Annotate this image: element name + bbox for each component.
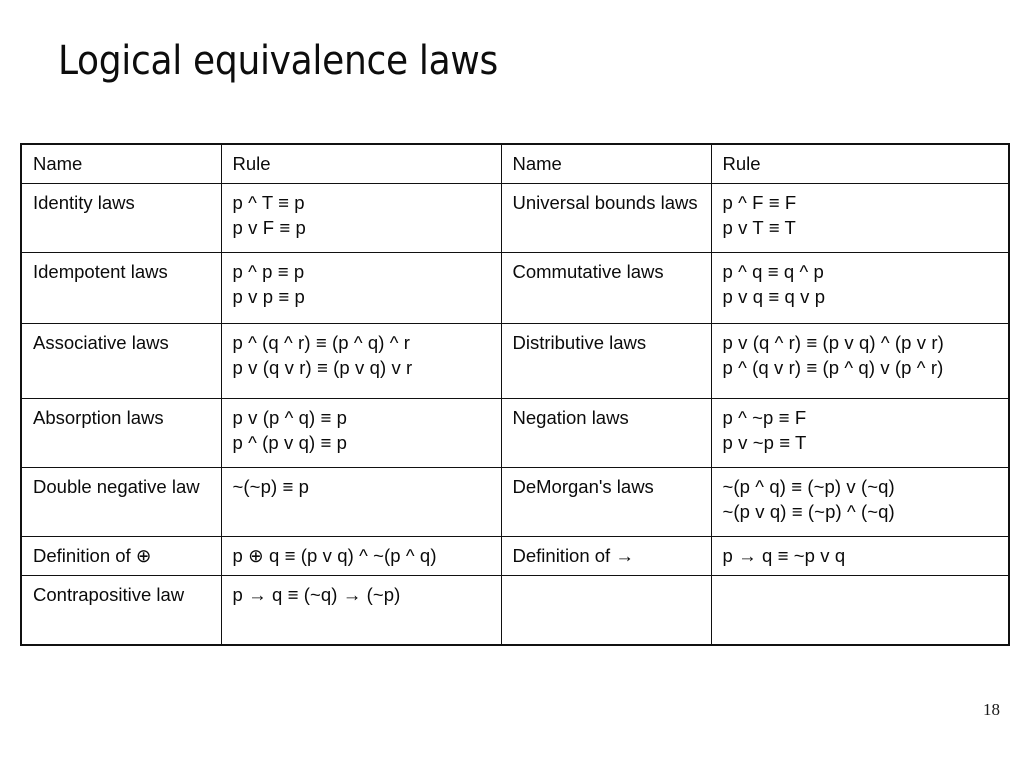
table-row: Identity laws p ^ T ≡ p p v F ≡ p Univer… xyxy=(20,183,1010,253)
law-rule-line: p ^ (p v q) ≡ p xyxy=(232,432,348,454)
law-rule-line: p v p ≡ p xyxy=(232,286,305,308)
law-name: Negation laws xyxy=(500,398,712,468)
logical-equivalence-table-container: Name Rule Name Rule Identity laws p ^ T … xyxy=(20,143,1010,646)
table-row: Definition of ⊕ p ⊕ q ≡ (p v q) ^ ~(p ^ … xyxy=(20,536,1010,576)
law-name: Identity laws xyxy=(20,183,222,253)
law-rule-line: p ^ p ≡ p xyxy=(232,261,305,282)
page-title: Logical equivalence laws xyxy=(58,38,498,84)
law-rule-line: p ^ ~p ≡ F xyxy=(722,407,807,428)
law-rule: p ^ p ≡ p p v p ≡ p xyxy=(220,252,502,324)
law-rule: p ^ q ≡ q ^ p p v q ≡ q v p xyxy=(710,252,1010,324)
law-name: Contrapositive law xyxy=(20,575,222,646)
table-row: Idempotent laws p ^ p ≡ p p v p ≡ p Comm… xyxy=(20,252,1010,324)
law-rule-line: p ^ F ≡ F xyxy=(722,192,797,213)
law-name: Idempotent laws xyxy=(20,252,222,324)
law-rule: p ^ ~p ≡ F p v ~p ≡ T xyxy=(710,398,1010,468)
law-rule-empty xyxy=(710,575,1010,646)
law-rule: p ⊕ q ≡ (p v q) ^ ~(p ^ q) xyxy=(220,536,502,576)
law-name: Definition of ⊕ xyxy=(20,536,222,576)
law-rule: p ^ T ≡ p p v F ≡ p xyxy=(220,183,502,253)
law-rule-line: ~(~p) ≡ p xyxy=(232,476,309,497)
logical-equivalence-table: Name Rule Name Rule Identity laws p ^ T … xyxy=(20,143,1010,646)
column-header-rule-left: Rule xyxy=(220,143,502,184)
law-rule-line: p → q ≡ (~q) → (~p) xyxy=(232,584,401,605)
law-rule: p ^ (q ^ r) ≡ (p ^ q) ^ r p v (q v r) ≡ … xyxy=(220,323,502,399)
law-name: Double negative law xyxy=(20,467,222,537)
table-row: Associative laws p ^ (q ^ r) ≡ (p ^ q) ^… xyxy=(20,323,1010,399)
law-rule-line: p v F ≡ p xyxy=(232,217,306,239)
law-rule: ~(p ^ q) ≡ (~p) v (~q) ~(p v q) ≡ (~p) ^… xyxy=(710,467,1010,537)
column-header-name-right: Name xyxy=(500,143,712,184)
law-name: DeMorgan's laws xyxy=(500,467,712,537)
page-number: 18 xyxy=(983,700,1000,719)
law-rule: ~(~p) ≡ p xyxy=(220,467,502,537)
law-name: Commutative laws xyxy=(500,252,712,324)
slide: Logical equivalence laws Name Rule Name … xyxy=(0,0,1024,768)
law-rule-line: p → q ≡ ~p v q xyxy=(722,545,846,566)
law-name-empty xyxy=(500,575,712,646)
law-rule-line: p v (q ^ r) ≡ (p v q) ^ (p v r) xyxy=(722,332,944,353)
law-rule: p → q ≡ ~p v q xyxy=(710,536,1010,576)
law-name: Distributive laws xyxy=(500,323,712,399)
table-row: Contrapositive law p → q ≡ (~q) → (~p) xyxy=(20,575,1010,646)
law-name: Absorption laws xyxy=(20,398,222,468)
column-header-rule-right: Rule xyxy=(710,143,1010,184)
law-rule-line: p ^ T ≡ p xyxy=(232,192,305,213)
law-name: Definition of → xyxy=(500,536,712,576)
law-rule-line: p v ~p ≡ T xyxy=(722,432,807,454)
law-rule-line: p ^ (q v r) ≡ (p ^ q) v (p ^ r) xyxy=(722,357,944,379)
law-name: Associative laws xyxy=(20,323,222,399)
law-rule-line: p v (q v r) ≡ (p v q) v r xyxy=(232,357,413,379)
law-name: Universal bounds laws xyxy=(500,183,712,253)
law-rule: p v (q ^ r) ≡ (p v q) ^ (p v r) p ^ (q v… xyxy=(710,323,1010,399)
law-rule-line: p v (p ^ q) ≡ p xyxy=(232,407,348,428)
law-rule-line: ~(p ^ q) ≡ (~p) v (~q) xyxy=(722,476,895,497)
law-rule: p → q ≡ (~q) → (~p) xyxy=(220,575,502,646)
column-header-name-left: Name xyxy=(20,143,222,184)
table-header-row: Name Rule Name Rule xyxy=(20,143,1010,184)
law-rule-line: p ^ (q ^ r) ≡ (p ^ q) ^ r xyxy=(232,332,411,353)
law-rule-line: p ⊕ q ≡ (p v q) ^ ~(p ^ q) xyxy=(232,545,437,566)
law-rule-line: p v q ≡ q v p xyxy=(722,286,826,308)
law-rule-line: p v T ≡ T xyxy=(722,217,796,239)
table-row: Absorption laws p v (p ^ q) ≡ p p ^ (p v… xyxy=(20,398,1010,468)
law-rule: p v (p ^ q) ≡ p p ^ (p v q) ≡ p xyxy=(220,398,502,468)
law-rule-line: p ^ q ≡ q ^ p xyxy=(722,261,824,282)
law-rule-line: ~(p v q) ≡ (~p) ^ (~q) xyxy=(722,501,895,523)
table-row: Double negative law ~(~p) ≡ p DeMorgan's… xyxy=(20,467,1010,537)
law-rule: p ^ F ≡ F p v T ≡ T xyxy=(710,183,1010,253)
